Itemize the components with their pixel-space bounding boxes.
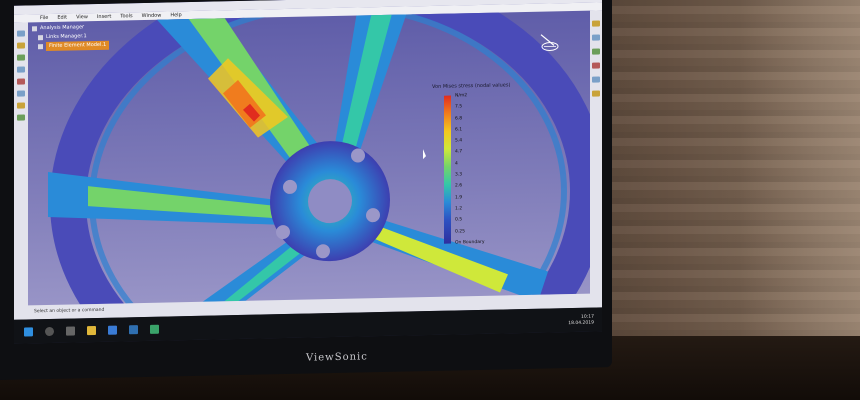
toolbar-button[interactable] — [17, 114, 25, 121]
toolbar-button[interactable] — [17, 42, 25, 49]
catia-icon[interactable] — [150, 324, 159, 334]
monitor: File Edit View Insert Tools Window Help — [0, 0, 612, 381]
toolbar-button[interactable] — [17, 66, 25, 73]
menu-tools[interactable]: Tools — [120, 13, 132, 19]
stress-legend: Von Mises stress (nodal values) N/m2 7.5… — [428, 82, 518, 254]
status-text: Select an object or a command — [34, 307, 105, 315]
taskbar-clock[interactable]: 10:17 18.04.2019 — [568, 315, 594, 328]
legend-value: 0.5 — [455, 217, 463, 223]
toolbar-button[interactable] — [592, 48, 600, 55]
menu-file[interactable]: File — [40, 15, 48, 21]
menu-help[interactable]: Help — [170, 12, 181, 18]
menu-insert[interactable]: Insert — [97, 14, 111, 20]
menu-edit[interactable]: Edit — [57, 15, 67, 21]
monitor-brand: ViewSonic — [306, 351, 368, 364]
legend-value: 1.9 — [455, 194, 463, 201]
specification-tree: Analysis Manager Links Manager.1 Finite … — [32, 23, 110, 52]
toolbar-button[interactable] — [17, 102, 25, 109]
right-toolbar — [590, 10, 602, 308]
browser-icon[interactable] — [108, 325, 117, 335]
left-toolbar — [14, 22, 28, 320]
toolbar-button[interactable] — [592, 20, 600, 27]
legend-value: 3.3 — [455, 172, 463, 178]
legend-value: 7.5 — [455, 104, 463, 110]
legend-value: 6.1 — [455, 127, 463, 133]
task-view-icon[interactable] — [66, 325, 75, 336]
windows-start-icon[interactable] — [24, 326, 33, 336]
toolbar-button[interactable] — [17, 54, 25, 61]
legend-value: 4 — [455, 161, 458, 167]
mouse-cursor — [423, 149, 426, 160]
toolbar-button[interactable] — [592, 76, 600, 83]
toolbar-button[interactable] — [17, 90, 25, 97]
legend-title: Von Mises stress (nodal values) — [432, 82, 511, 90]
legend-value: 4.7 — [455, 149, 463, 155]
toolbar-button[interactable] — [592, 34, 600, 41]
toolbar-button[interactable] — [592, 62, 600, 69]
compass-icon[interactable] — [538, 31, 560, 53]
toolbar-button[interactable] — [592, 90, 600, 97]
tree-node-icon — [32, 26, 37, 32]
menu-view[interactable]: View — [76, 14, 88, 20]
tree-node-icon — [38, 35, 43, 41]
explorer-icon[interactable] — [87, 325, 96, 335]
legend-footer: On Boundary — [455, 239, 485, 246]
clock-date: 18.04.2019 — [568, 320, 594, 327]
legend-value: 5.4 — [455, 138, 463, 144]
legend-value: 2.6 — [455, 183, 463, 189]
3d-viewport[interactable]: Von Mises stress (nodal values) N/m2 7.5… — [28, 0, 602, 344]
legend-color-bar — [444, 95, 451, 244]
mail-icon[interactable] — [129, 324, 138, 334]
legend-values: N/m2 7.5 6.8 6.1 5.4 4.7 4 3.3 2.6 1.9 1… — [455, 93, 485, 252]
menu-window[interactable]: Window — [142, 13, 162, 19]
legend-value: N/m2 — [455, 93, 468, 99]
toolbar-button[interactable] — [17, 30, 25, 37]
search-icon[interactable] — [45, 326, 54, 336]
screen: File Edit View Insert Tools Window Help — [14, 0, 602, 344]
legend-value: 6.8 — [455, 115, 463, 122]
tree-item-finite-element-model[interactable]: Finite Element Model.1 — [32, 40, 110, 52]
legend-value: 1.2 — [455, 206, 463, 212]
legend-value: 0.25 — [455, 228, 466, 235]
cad-application-window: File Edit View Insert Tools Window Help — [14, 0, 602, 344]
tree-node-icon — [38, 44, 43, 50]
toolbar-button[interactable] — [17, 78, 25, 85]
